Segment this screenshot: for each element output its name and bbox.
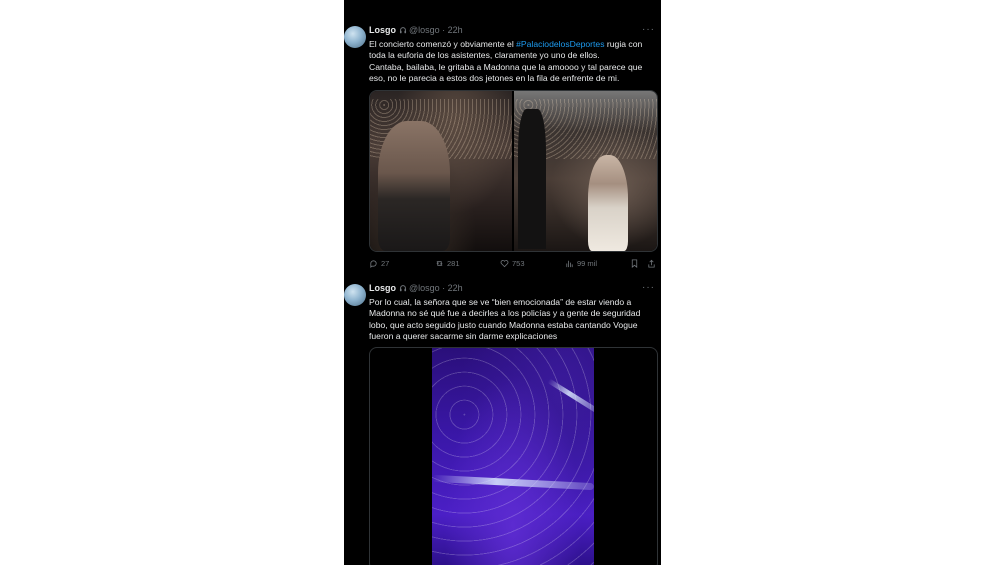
tweet-2[interactable]: Losgo @losgo · 22h ··· Por lo cual, la se… [344,280,661,565]
tweet-time[interactable]: 22h [448,283,463,293]
reply-button[interactable]: 27 [369,259,389,268]
woman-in-photo [588,155,628,251]
avatar[interactable] [344,284,366,306]
like-button[interactable]: 753 [500,259,525,268]
share-icon [648,259,655,268]
repost-count: 281 [447,259,460,268]
reply-icon [370,260,377,268]
hashtag-link[interactable]: #PalaciodelosDeportes [516,39,604,49]
standing-person [518,109,546,249]
tweet-1[interactable]: Losgo @losgo · 22h ··· El concierto comen… [344,22,661,276]
more-icon[interactable]: ··· [642,282,655,293]
author-handle[interactable]: @losgo [409,25,440,35]
repost-icon [436,261,443,266]
views-button[interactable]: 99 mil [565,259,597,268]
video-frame[interactable] [432,348,594,565]
previous-tweet-edge [344,0,661,12]
tweet-text-line: Cantaba, bailaba, le gritaba a Madonna q… [369,61,643,84]
photo-right[interactable] [514,91,657,251]
like-count: 753 [512,259,525,268]
views-icon [566,260,573,268]
tweet-text: Por lo cual, la señora que se ve “bien e… [369,297,659,343]
tweet-actions: 27 281 753 99 mil [369,259,659,271]
tweet-text-line: Por lo cual, la señora que se ve “bien e… [369,297,641,342]
video-player[interactable] [369,347,658,565]
tweet-text-part: El concierto comenzó y obviamente el [369,39,517,49]
author-name[interactable]: Losgo [369,25,396,35]
tweet-header: Losgo @losgo · 22h [369,25,463,35]
man-in-photo [378,121,450,251]
confetti-specks [432,348,594,565]
photo-grid[interactable] [369,90,658,252]
bookmark-button[interactable] [630,259,639,268]
tweet-header: Losgo @losgo · 22h [369,283,463,293]
headphones-icon [399,27,407,34]
views-count: 99 mil [577,259,598,268]
tweet-feed: Losgo @losgo · 22h ··· El concierto comen… [344,0,661,565]
bookmark-icon [631,259,638,268]
tweet-time[interactable]: 22h [448,25,463,35]
separator: · [439,283,448,293]
separator: · [439,25,448,35]
repost-button[interactable]: 281 [435,259,460,268]
more-icon[interactable]: ··· [642,24,655,35]
share-button[interactable] [647,259,656,268]
avatar[interactable] [344,26,366,48]
author-handle[interactable]: @losgo [409,283,440,293]
tweet-text: El concierto comenzó y obviamente el #Pa… [369,39,659,85]
like-icon [500,260,509,268]
reply-count: 27 [381,259,390,268]
headphones-icon [399,285,407,292]
photo-left[interactable] [370,91,512,251]
author-name[interactable]: Losgo [369,283,396,293]
